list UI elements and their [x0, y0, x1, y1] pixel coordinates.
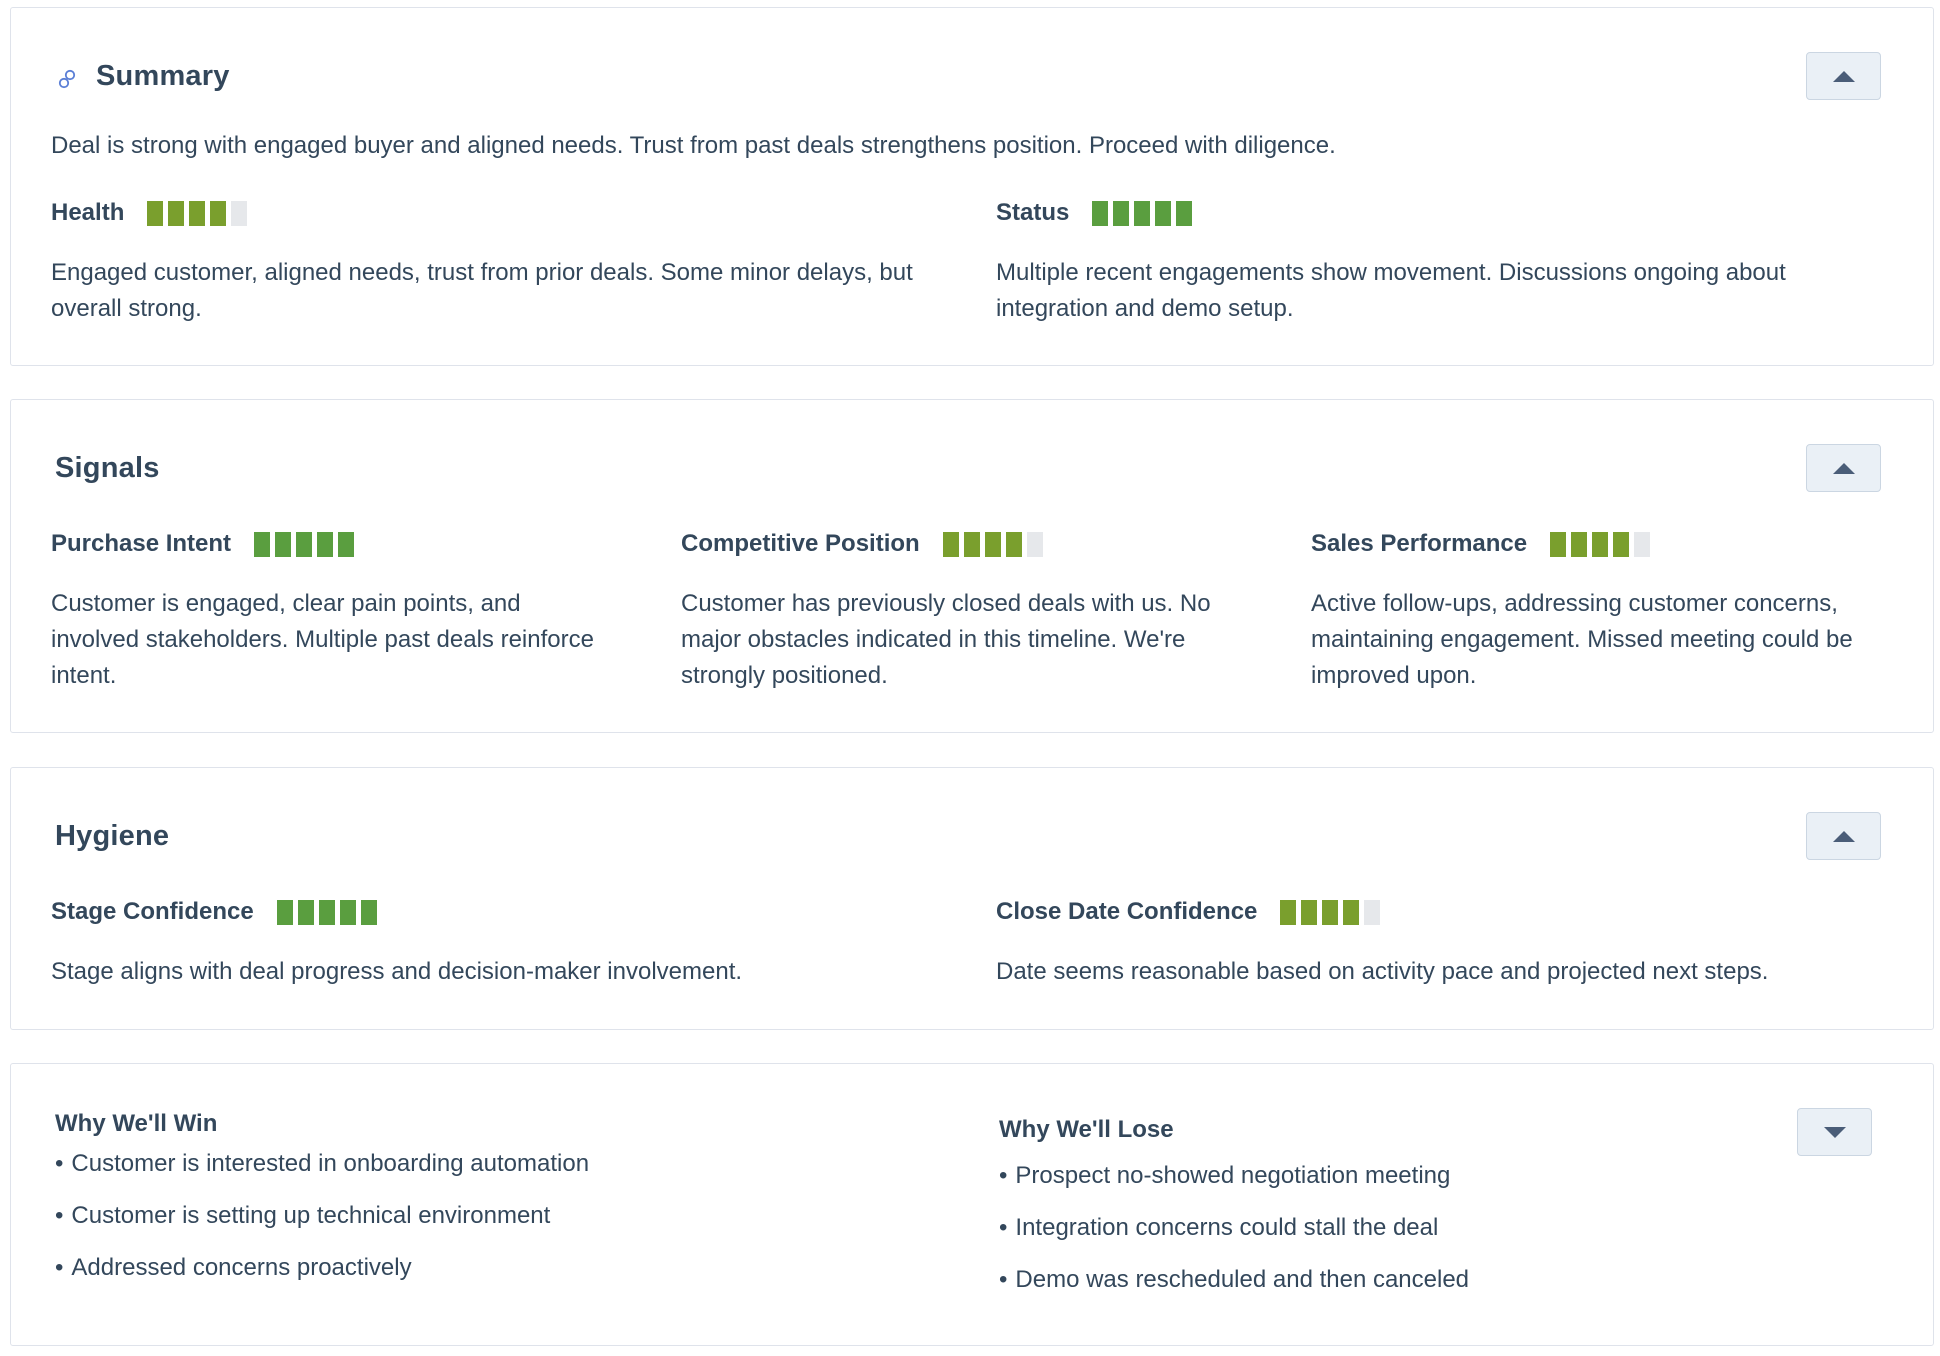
score-bars: [942, 531, 1043, 557]
score-bar-filled: [276, 899, 293, 925]
signals-collapse-button[interactable]: [1806, 444, 1881, 492]
metric-sales-performance: Sales Performance Active follow-ups, add…: [1311, 528, 1901, 694]
list-item: Customer is interested in onboarding aut…: [55, 1146, 589, 1198]
metric-description: Active follow-ups, addressing customer c…: [1311, 590, 1853, 689]
score-bars: [1280, 899, 1381, 925]
metric-label: Competitive Position: [681, 530, 920, 557]
score-bar-filled: [1280, 899, 1297, 925]
metric-label: Sales Performance: [1311, 530, 1528, 557]
hygiene-card: Hygiene Stage Confidence Stage aligns wi…: [10, 767, 1934, 1030]
why-win-title: Why We'll Win: [55, 1110, 218, 1137]
score-bar-filled: [1571, 531, 1588, 557]
score-bar-empty: [1026, 531, 1043, 557]
list-item: Prospect no-showed negotiation meeting: [999, 1158, 1469, 1210]
win-lose-expand-button[interactable]: [1797, 1108, 1872, 1156]
score-bar-filled: [963, 531, 980, 557]
metric-health: Health Engaged customer, aligned needs, …: [51, 197, 951, 327]
hygiene-title: Hygiene: [55, 820, 170, 852]
metric-label: Close Date Confidence: [996, 898, 1258, 925]
score-bar-filled: [254, 531, 271, 557]
win-lose-card: Why We'll Win Customer is interested in …: [10, 1063, 1934, 1346]
metric-close-date-confidence: Close Date Confidence Date seems reasona…: [996, 896, 1896, 990]
score-bar-filled: [189, 200, 206, 226]
metric-description: Customer has previously closed deals wit…: [681, 590, 1211, 689]
score-bar-filled: [317, 531, 334, 557]
why-win-list: Customer is interested in onboarding aut…: [55, 1146, 589, 1302]
metric-label: Purchase Intent: [51, 530, 232, 557]
metric-label: Stage Confidence: [51, 898, 254, 925]
score-bar-empty: [1364, 899, 1381, 925]
metric-competitive-position: Competitive Position Customer has previo…: [681, 528, 1261, 694]
hygiene-collapse-button[interactable]: [1806, 812, 1881, 860]
score-bar-filled: [210, 200, 227, 226]
score-bars: [254, 531, 355, 557]
score-bar-empty: [1634, 531, 1651, 557]
score-bars: [1092, 200, 1193, 226]
score-bar-filled: [942, 531, 959, 557]
summary-collapse-button[interactable]: [1806, 52, 1881, 100]
score-bar-filled: [1550, 531, 1567, 557]
score-bar-filled: [1343, 899, 1360, 925]
metric-purchase-intent: Purchase Intent Customer is engaged, cle…: [51, 528, 611, 694]
score-bar-filled: [984, 531, 1001, 557]
score-bars: [1550, 531, 1651, 557]
link-icon: [58, 69, 76, 89]
why-lose-list: Prospect no-showed negotiation meeting I…: [999, 1158, 1469, 1314]
score-bar-filled: [1176, 200, 1193, 226]
score-bar-filled: [1113, 200, 1130, 226]
chevron-up-icon: [1832, 462, 1855, 474]
metric-label: Health: [51, 199, 125, 226]
metric-description: Stage aligns with deal progress and deci…: [51, 958, 743, 985]
list-item: Demo was rescheduled and then canceled: [999, 1262, 1469, 1314]
metric-description: Date seems reasonable based on activity …: [996, 958, 1769, 985]
score-bar-filled: [318, 899, 335, 925]
score-bar-filled: [1005, 531, 1022, 557]
chevron-up-icon: [1832, 830, 1855, 842]
score-bar-filled: [1092, 200, 1109, 226]
score-bar-filled: [1301, 899, 1318, 925]
score-bar-filled: [297, 899, 314, 925]
metric-stage-confidence: Stage Confidence Stage aligns with deal …: [51, 896, 951, 990]
signals-card: Signals Purchase Intent Customer is enga…: [10, 399, 1934, 733]
score-bars: [276, 899, 377, 925]
score-bar-filled: [1155, 200, 1172, 226]
score-bar-filled: [1592, 531, 1609, 557]
score-bar-filled: [1613, 531, 1630, 557]
summary-text: Deal is strong with engaged buyer and al…: [51, 132, 1336, 159]
score-bar-filled: [338, 531, 355, 557]
list-item: Integration concerns could stall the dea…: [999, 1210, 1469, 1262]
metric-description: Customer is engaged, clear pain points, …: [51, 590, 594, 689]
score-bar-filled: [1322, 899, 1339, 925]
list-item: Addressed concerns proactively: [55, 1250, 589, 1302]
score-bar-filled: [339, 899, 356, 925]
summary-title: Summary: [96, 60, 230, 92]
metric-label: Status: [996, 199, 1070, 226]
list-item: Customer is setting up technical environ…: [55, 1198, 589, 1250]
score-bar-filled: [1134, 200, 1151, 226]
chevron-down-icon: [1823, 1126, 1846, 1138]
score-bar-filled: [275, 531, 292, 557]
metric-description: Multiple recent engagements show movemen…: [996, 259, 1786, 322]
score-bar-empty: [231, 200, 248, 226]
why-lose-title: Why We'll Lose: [999, 1116, 1174, 1143]
metric-status: Status Multiple recent engagements show …: [996, 197, 1896, 327]
score-bar-filled: [296, 531, 313, 557]
summary-card: Summary Deal is strong with engaged buye…: [10, 7, 1934, 366]
metric-description: Engaged customer, aligned needs, trust f…: [51, 259, 913, 322]
score-bar-filled: [168, 200, 185, 226]
signals-title: Signals: [55, 452, 160, 484]
score-bar-filled: [147, 200, 164, 226]
score-bar-filled: [360, 899, 377, 925]
score-bars: [147, 200, 248, 226]
chevron-up-icon: [1832, 70, 1855, 82]
